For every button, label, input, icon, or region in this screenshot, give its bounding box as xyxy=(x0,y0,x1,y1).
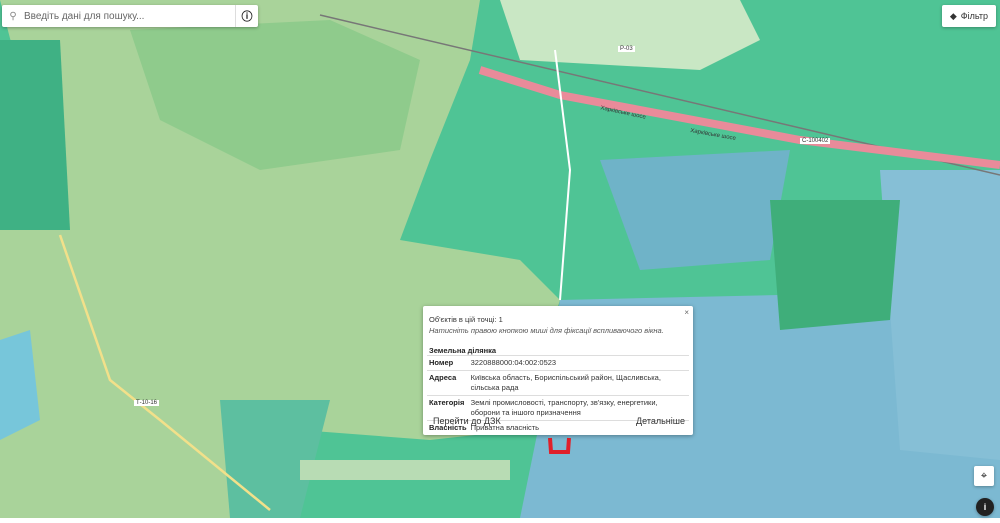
green-block-2 xyxy=(0,40,70,230)
road-code-label: Т-10-16 xyxy=(134,400,160,406)
info-icon: i xyxy=(983,502,987,512)
search-input[interactable]: Введіть дані для пошуку... xyxy=(24,11,235,22)
close-icon[interactable]: × xyxy=(684,308,689,317)
locate-button[interactable]: ⌖ xyxy=(974,466,994,486)
field-strip xyxy=(300,460,510,480)
row-value: 3220888000:04:002:0523 xyxy=(468,355,689,371)
map-canvas[interactable]: Харківське шосе Харківське шосе С-100402… xyxy=(0,0,1000,518)
info-icon[interactable]: ⓘ xyxy=(235,5,258,27)
layers-icon: ◆ xyxy=(949,10,957,21)
table-row: Адреса Київська область, Бориспільський р… xyxy=(427,370,689,396)
popup-hint: Натисніть правою кнопкою миші для фіксац… xyxy=(429,326,664,335)
urban-area xyxy=(500,0,760,70)
map-layer xyxy=(0,0,1000,518)
road-code-label: С-100402 xyxy=(800,138,831,144)
search-icon: ⚲ xyxy=(9,10,17,22)
table-row: Номер 3220888000:04:002:0523 xyxy=(427,355,689,371)
goto-dzk-button[interactable]: Перейти до ДЗК xyxy=(433,416,501,426)
info-button[interactable]: i xyxy=(976,498,994,516)
row-key: Адреса xyxy=(427,370,469,396)
filter-button[interactable]: ◆ Фільтр xyxy=(941,5,996,27)
row-value: Київська область, Бориспільський район, … xyxy=(468,370,689,396)
search-bar[interactable]: ⚲ Введіть дані для пошуку... ⓘ xyxy=(2,5,258,27)
road-code-label: Р-03 xyxy=(618,46,635,52)
object-count: Об'єктів в цій точці: 1 xyxy=(429,315,503,324)
green-block xyxy=(770,200,900,330)
parcel-popup: × Об'єктів в цій точці: 1 Натисніть прав… xyxy=(423,306,693,435)
row-key: Номер xyxy=(427,355,469,371)
object-type: Земельна ділянка xyxy=(429,346,497,355)
details-button[interactable]: Детальніше xyxy=(636,416,685,426)
filter-label: Фільтр xyxy=(960,11,988,21)
crosshair-icon: ⌖ xyxy=(980,469,988,482)
